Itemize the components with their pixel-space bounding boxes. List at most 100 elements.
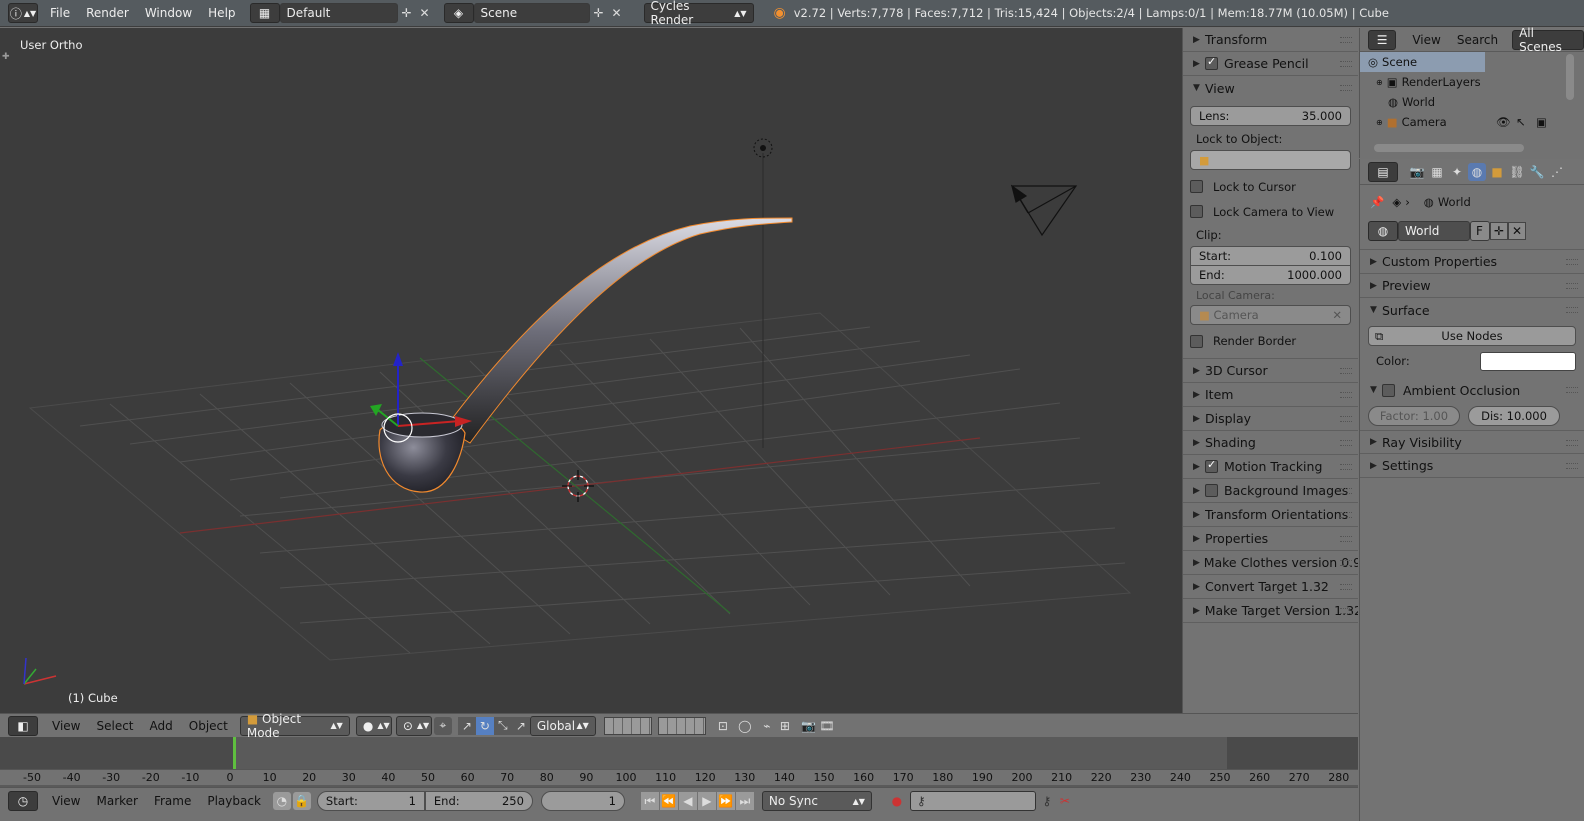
jump-end-icon[interactable]: ⏭ [735,792,754,810]
panel-convert-target-1-32[interactable]: ▶ Convert Target 1.32 [1183,575,1358,599]
timeline-editor-type[interactable]: ◷ [8,791,38,811]
ao-factor-field[interactable]: Factor: 1.00 [1368,406,1460,426]
scene-tab-icon[interactable]: ✦ [1448,163,1466,181]
properties-editor-type[interactable]: ▤ [1368,161,1398,182]
panel-grease-pencil[interactable]: ▶ Grease Pencil [1183,52,1358,76]
end-frame-field[interactable]: End: 250 [424,791,533,811]
panel-background-images[interactable]: ▶ Background Images [1183,479,1358,503]
panel-item[interactable]: ▶ Item [1183,383,1358,407]
panel-make-clothes-version-0-949[interactable]: ▶Make Clothes version 0.949 [1183,551,1358,575]
panel-preview[interactable]: ▶ Preview [1360,274,1584,298]
mode-dropdown[interactable]: ■ Object Mode ▲▼ [239,712,350,740]
current-frame-line[interactable] [233,737,236,769]
rotate-manipulator-icon[interactable]: ↻ [475,716,494,735]
panel-transform-orientations[interactable]: ▶ Transform Orientations [1183,503,1358,527]
scale-manipulator-icon[interactable]: ⤡ [493,716,512,735]
jump-keyframe-back-icon[interactable]: ⏪ [659,792,678,810]
opengl-render-icon[interactable]: 📷 [800,717,818,735]
world-tab-icon[interactable]: ◍ [1468,162,1486,181]
panel-surface[interactable]: ▼ Surface [1360,298,1584,322]
drag-grip-icon[interactable] [1340,584,1352,590]
panel-settings[interactable]: ▶ Settings [1360,454,1584,478]
drag-grip-icon[interactable] [1340,61,1352,67]
outliner-item-camera[interactable]: ⊕ ■ Camera 👁 ↖ ▣ [1360,112,1584,132]
menu-window[interactable]: Window [137,6,200,20]
panel-motion-tracking[interactable]: ▶ Motion Tracking [1183,455,1358,479]
panel-view[interactable]: ▼ View [1183,76,1358,100]
drag-grip-icon[interactable] [1340,368,1352,374]
opengl-animation-icon[interactable]: 🎞 [818,717,836,735]
menu-render[interactable]: Render [78,6,137,20]
outliner-scrollbar[interactable] [1566,54,1574,100]
panel-custom-properties[interactable]: ▶ Custom Properties [1360,250,1584,274]
delete-keyframe-icon[interactable]: ✂ [1056,792,1074,810]
constraints-tab-icon[interactable]: ⛓ [1508,163,1526,181]
drag-grip-icon[interactable] [1340,392,1352,398]
render-engine-dropdown[interactable]: Cycles Render ▲▼ [643,0,754,27]
particles-tab-icon[interactable]: ⋰ [1548,163,1566,181]
grease-pencil-checkbox[interactable] [1205,55,1218,70]
outliner-item-renderlayers[interactable]: ⊕ ▣ RenderLayers [1360,72,1584,92]
add-layout-icon[interactable]: ✛ [398,4,416,22]
current-frame-field[interactable]: 1 [540,791,625,811]
fake-user-button[interactable]: F [1470,221,1490,241]
play-reverse-icon[interactable]: ◀ [678,792,697,810]
drag-grip-icon[interactable] [1340,536,1352,542]
screen-layout-selector[interactable]: ▦ [249,3,280,23]
outliner-item-scene[interactable]: ◎ Scene [1360,52,1485,72]
ambient-occlusion-checkbox[interactable] [1382,383,1395,397]
lock-to-cursor-checkbox[interactable] [1190,180,1203,193]
lock-to-cursor-row[interactable]: Lock to Cursor [1190,174,1351,199]
add-scene-icon[interactable]: ✛ [590,4,608,22]
pivot-dropdown[interactable]: ⊙ ▲▼ [395,715,432,736]
screen-layout-field[interactable]: Default [279,3,398,23]
color-swatch[interactable] [1480,351,1576,371]
visibility-eye-icon[interactable]: 👁 [1496,115,1511,129]
preview-range-icon[interactable]: ◔ [272,792,291,810]
drag-grip-icon[interactable] [1340,464,1352,470]
ao-distance-field[interactable]: Dis: 10.000 [1468,406,1560,426]
drag-grip-icon[interactable] [1340,416,1352,422]
drag-grip-icon[interactable] [1340,440,1352,446]
outliner-filter-dropdown[interactable]: All Scenes [1512,26,1584,54]
unlink-world-icon[interactable]: ✕ [1508,222,1526,240]
3d-viewport[interactable]: User Ortho ✚ (1) Cube [0,28,1182,713]
drag-grip-icon[interactable] [1340,488,1352,494]
drag-grip-icon[interactable] [1340,85,1352,91]
timeline-menu-marker[interactable]: Marker [88,794,145,808]
motion-tracking-checkbox[interactable] [1205,458,1218,473]
clear-icon[interactable]: ✕ [1332,308,1342,322]
start-frame-field[interactable]: Start: 1 [316,791,425,811]
translate-manipulator-icon[interactable]: ↗ [457,716,476,735]
timeline-menu-frame[interactable]: Frame [146,794,199,808]
drag-grip-icon[interactable] [1566,283,1578,289]
world-name-field[interactable]: World [1398,221,1470,241]
auto-keying-record-icon[interactable]: ● [888,792,906,810]
normal-manipulator-icon[interactable]: ↗ [511,716,530,735]
jump-keyframe-forward-icon[interactable]: ⏩ [716,792,735,810]
menu-file[interactable]: File [42,6,78,20]
drag-grip-icon[interactable] [1566,259,1578,265]
timeline-menu-playback[interactable]: Playback [199,794,269,808]
transform-orientation-dropdown[interactable]: Global ▲▼ [529,715,596,736]
clip-end-field[interactable]: End: 1000.000 [1190,265,1351,285]
scene-field[interactable]: Scene [473,3,590,23]
clip-start-field[interactable]: Start: 0.100 [1190,246,1351,266]
keying-set-field[interactable]: ⚷ [909,791,1036,811]
layers-grid-2[interactable] [657,716,706,735]
drag-grip-icon[interactable] [1340,37,1352,43]
viewport-shading-dropdown[interactable]: ● ▲▼ [355,715,392,736]
drag-grip-icon[interactable] [1566,387,1578,393]
outliner-hscrollbar[interactable] [1374,144,1524,152]
render-border-row[interactable]: Render Border [1190,327,1351,355]
selectable-cursor-icon[interactable]: ↖ [1516,115,1526,129]
drag-grip-icon[interactable] [1566,307,1578,313]
sync-mode-dropdown[interactable]: No Sync ▲▼ [761,791,872,811]
view3d-menu-view[interactable]: View [44,719,88,733]
modifiers-tab-icon[interactable]: 🔧 [1528,163,1546,181]
timeline-area[interactable]: -50 -40 -30 -20 -10 0 10 20 30 40 50 60 70 80 90 100 110… [0,737,1358,787]
lock-object-field[interactable]: ■ [1190,150,1351,170]
editor-type-button[interactable]: ⓘ ▲▼ [8,3,38,23]
panel-ray-visibility[interactable]: ▶ Ray Visibility [1360,430,1584,454]
proportional-edit-icon[interactable]: ◯ [736,717,754,735]
